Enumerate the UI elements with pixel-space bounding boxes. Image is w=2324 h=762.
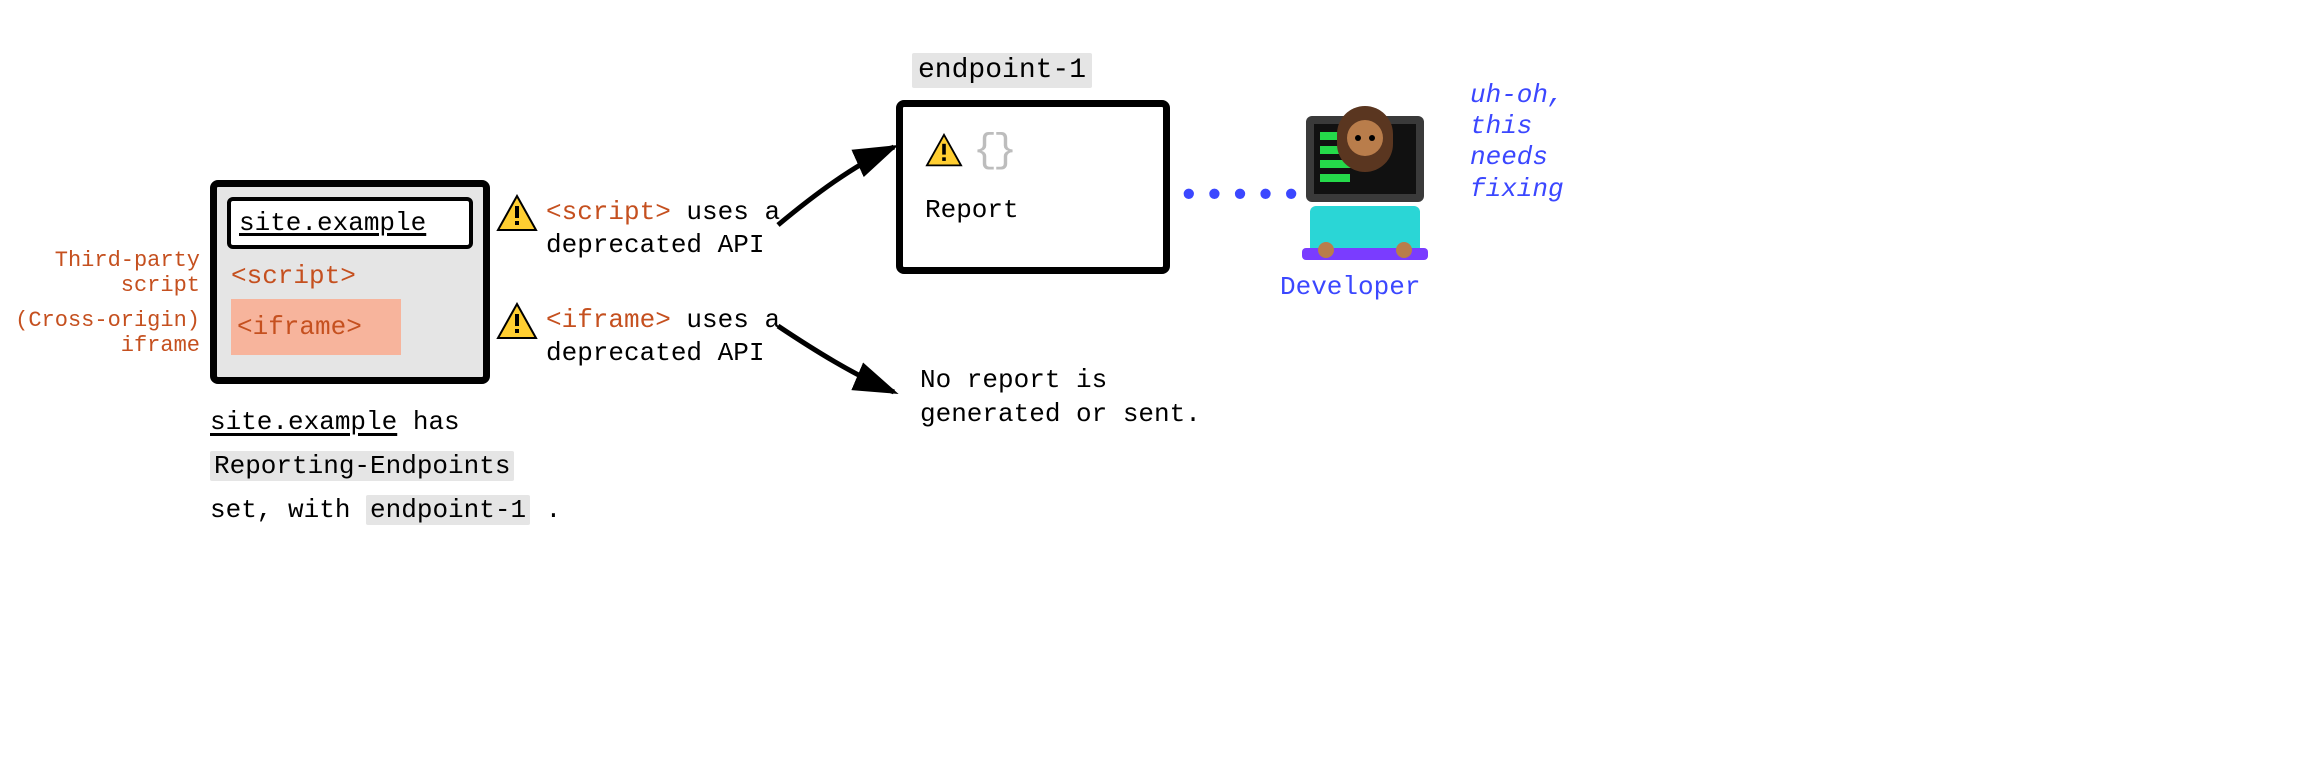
- caption-line1: site.example has: [210, 400, 561, 444]
- braces-icon: {}: [973, 129, 1013, 174]
- endpoint-title-text: endpoint-1: [912, 53, 1092, 88]
- iframe-tag-highlight: <iframe>: [231, 299, 401, 355]
- no-report-line1: No report is: [920, 364, 1201, 398]
- thought-l2: this: [1470, 111, 1564, 142]
- report-label: Report: [925, 195, 1019, 225]
- msg1-code: <script>: [546, 197, 671, 227]
- msg2-code: <iframe>: [546, 305, 671, 335]
- label-cross-origin-line1: (Cross-origin): [6, 308, 200, 333]
- message-iframe-line1: <iframe> uses a: [546, 304, 780, 337]
- browser-url-text: site.example: [239, 208, 426, 238]
- caption-line3: set, with endpoint-1 .: [210, 488, 561, 532]
- caption-site: site.example: [210, 407, 397, 437]
- endpoint-box: {} Report: [896, 100, 1170, 274]
- caption-header-name: Reporting-Endpoints: [210, 451, 514, 481]
- msg1-rest: uses a: [671, 197, 780, 227]
- label-third-party-script: Third-party script: [6, 248, 200, 299]
- developer-thought: uh-oh, this needs fixing: [1470, 80, 1564, 205]
- label-third-party-line1: Third-party: [6, 248, 200, 273]
- thought-l4: fixing: [1470, 174, 1564, 205]
- no-report-line2: generated or sent.: [920, 398, 1201, 432]
- developer-avatar: [1280, 98, 1450, 268]
- msg1-line2: deprecated API: [546, 229, 780, 262]
- warning-icon: [496, 194, 538, 234]
- label-cross-origin-iframe: (Cross-origin) iframe: [6, 308, 200, 359]
- label-third-party-line2: script: [6, 273, 200, 298]
- thought-l1: uh-oh,: [1470, 80, 1564, 111]
- script-tag-in-dom: <script>: [231, 261, 356, 291]
- label-cross-origin-line2: iframe: [6, 333, 200, 358]
- message-script-deprecated: <script> uses a deprecated API: [546, 196, 780, 261]
- caption-endpoint: endpoint-1: [366, 495, 530, 525]
- warning-icon: [925, 133, 963, 177]
- thought-l3: needs: [1470, 142, 1564, 173]
- caption-has: has: [397, 407, 459, 437]
- message-script-line1: <script> uses a: [546, 196, 780, 229]
- no-report-text: No report is generated or sent.: [920, 364, 1201, 432]
- caption-period: .: [530, 495, 561, 525]
- arrow-to-no-report: [774, 320, 904, 410]
- iframe-tag-in-dom: <iframe>: [237, 312, 362, 342]
- browser-caption: site.example has Reporting-Endpoints set…: [210, 400, 561, 533]
- browser-url-bar: site.example: [227, 197, 473, 249]
- browser-window: site.example <script> <iframe>: [210, 180, 490, 384]
- caption-line2: Reporting-Endpoints: [210, 444, 561, 488]
- developer-label: Developer: [1280, 272, 1420, 302]
- arrow-to-endpoint: [774, 135, 904, 235]
- msg2-rest: uses a: [671, 305, 780, 335]
- msg2-line2: deprecated API: [546, 337, 780, 370]
- message-iframe-deprecated: <iframe> uses a deprecated API: [546, 304, 780, 369]
- caption-setwith: set, with: [210, 495, 366, 525]
- endpoint-title: endpoint-1: [912, 55, 1092, 86]
- warning-icon: [496, 302, 538, 342]
